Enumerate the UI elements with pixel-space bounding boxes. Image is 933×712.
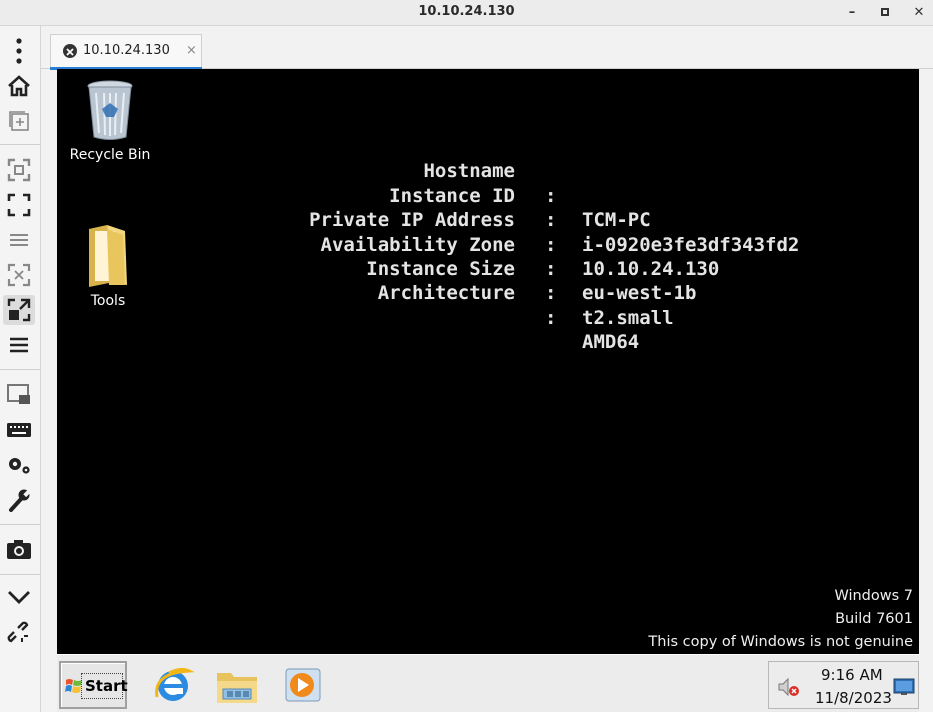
sysinfo-colon: : xyxy=(545,282,557,305)
display-icon xyxy=(7,384,30,404)
menu-dots-icon xyxy=(16,38,22,64)
sysinfo-row: Instance Size : t2.small xyxy=(57,233,673,329)
start-button[interactable]: Start xyxy=(59,661,128,709)
internet-explorer-icon xyxy=(155,667,195,701)
sidebar-divider xyxy=(0,369,40,370)
hamburger-icon xyxy=(10,337,28,353)
home-button[interactable] xyxy=(3,71,35,101)
display-button[interactable] xyxy=(3,380,35,410)
sysinfo-colon: : xyxy=(545,184,557,207)
screenshot-button[interactable] xyxy=(3,534,35,564)
remote-desktop[interactable]: Recycle Bin Tools Hostname : TCM-PC Inst… xyxy=(57,69,919,654)
sysinfo-row: Architecture : AMD64 xyxy=(57,257,639,353)
connection-icon xyxy=(63,44,77,58)
sysinfo-row: Availability Zone : eu-west-1b xyxy=(57,208,697,305)
minimize-button[interactable]: – xyxy=(843,4,861,22)
sysinfo-row: Hostname : TCM-PC xyxy=(57,135,650,231)
file-explorer-icon xyxy=(217,673,257,703)
new-window-button[interactable] xyxy=(3,106,35,136)
disconnect-button[interactable] xyxy=(3,618,35,648)
tab-label: 10.10.24.130 xyxy=(83,43,170,58)
clock-time[interactable]: 9:16 AM xyxy=(821,666,883,684)
settings-icon xyxy=(9,458,30,474)
sidebar-divider xyxy=(0,144,40,145)
sysinfo-panel: Hostname : TCM-PC Instance ID : i-0920e3… xyxy=(57,135,799,353)
system-tray: 9:16 AM 11/8/2023 xyxy=(768,661,919,709)
settings-button[interactable] xyxy=(3,450,35,480)
scale-button[interactable] xyxy=(3,260,35,290)
new-window-icon xyxy=(9,111,29,131)
sysinfo-colon: : xyxy=(545,257,557,280)
disconnect-icon xyxy=(7,621,29,643)
close-button[interactable]: ✕ xyxy=(910,4,928,22)
keyboard-icon xyxy=(7,423,31,437)
sysinfo-row: Private IP Address : 10.10.24.130 xyxy=(57,184,719,280)
taskbar-internet-explorer[interactable] xyxy=(151,663,195,707)
maximize-button[interactable] xyxy=(876,4,894,22)
window-title: 10.10.24.130 xyxy=(418,4,515,19)
sidebar-divider xyxy=(0,524,40,525)
menu-dots-button[interactable] xyxy=(3,36,35,66)
stretch-button[interactable] xyxy=(3,295,35,325)
sysinfo-value: AMD64 xyxy=(582,331,640,354)
fit-screen-button[interactable] xyxy=(3,155,35,185)
watermark-line: Build 7601 xyxy=(835,611,913,627)
chevron-down-icon xyxy=(8,591,30,604)
start-label: Start xyxy=(85,677,128,695)
sysinfo-label: Architecture xyxy=(377,282,515,305)
tab-close-button[interactable]: × xyxy=(186,43,197,58)
tab-strip: 10.10.24.130 × xyxy=(41,26,933,70)
collapse-button[interactable] xyxy=(3,582,35,612)
sysinfo-colon: : xyxy=(545,233,557,256)
sysinfo-label: Hostname xyxy=(423,160,515,183)
sysinfo-colon: : xyxy=(545,306,557,329)
home-icon xyxy=(8,75,30,97)
taskbar-media-player[interactable] xyxy=(282,663,326,707)
sysinfo-label: Instance Size xyxy=(366,257,515,280)
clock-date[interactable]: 11/8/2023 xyxy=(815,689,892,707)
sysinfo-label: Availability Zone xyxy=(320,233,515,256)
tab-connection[interactable]: 10.10.24.130 × xyxy=(50,34,202,70)
sysinfo-row: Instance ID : i-0920e3fe3df343fd2 xyxy=(57,159,799,256)
hamburger-button[interactable] xyxy=(3,330,35,360)
fullscreen-icon xyxy=(7,193,31,217)
sysinfo-value: TCM-PC xyxy=(582,209,651,232)
list-icon xyxy=(10,234,28,246)
watermark-line: This copy of Windows is not genuine xyxy=(648,634,913,650)
taskbar-file-explorer[interactable] xyxy=(215,663,259,707)
sysinfo-value: t2.small xyxy=(582,306,674,329)
sidebar-divider xyxy=(0,574,40,575)
camera-icon xyxy=(7,540,31,559)
keyboard-button[interactable] xyxy=(3,415,35,445)
maximize-icon xyxy=(881,8,889,16)
sysinfo-value: i-0920e3fe3df343fd2 xyxy=(582,233,800,256)
sysinfo-value: eu-west-1b xyxy=(582,282,697,305)
window-titlebar: 10.10.24.130 – ✕ xyxy=(0,0,933,26)
taskbar: Start 9:16 AM 11/8/2023 xyxy=(57,654,919,712)
watermark-line: Windows 7 xyxy=(834,588,913,604)
media-player-icon xyxy=(285,668,321,702)
show-desktop-icon[interactable] xyxy=(893,678,915,696)
recycle-bin-icon xyxy=(87,80,133,140)
wrench-icon xyxy=(9,489,31,512)
sysinfo-label: Instance ID xyxy=(389,184,515,207)
fullscreen-button[interactable] xyxy=(3,190,35,220)
tools-button[interactable] xyxy=(3,485,35,515)
left-toolbar xyxy=(0,26,41,712)
sysinfo-value: 10.10.24.130 xyxy=(582,258,720,280)
scale-icon xyxy=(7,263,31,287)
volume-muted-icon[interactable] xyxy=(777,676,801,698)
fit-screen-icon xyxy=(7,158,31,182)
sysinfo-label: Private IP Address xyxy=(309,209,515,232)
list-view-button[interactable] xyxy=(3,225,35,255)
stretch-icon xyxy=(7,298,31,322)
sysinfo-colon: : xyxy=(545,209,557,232)
